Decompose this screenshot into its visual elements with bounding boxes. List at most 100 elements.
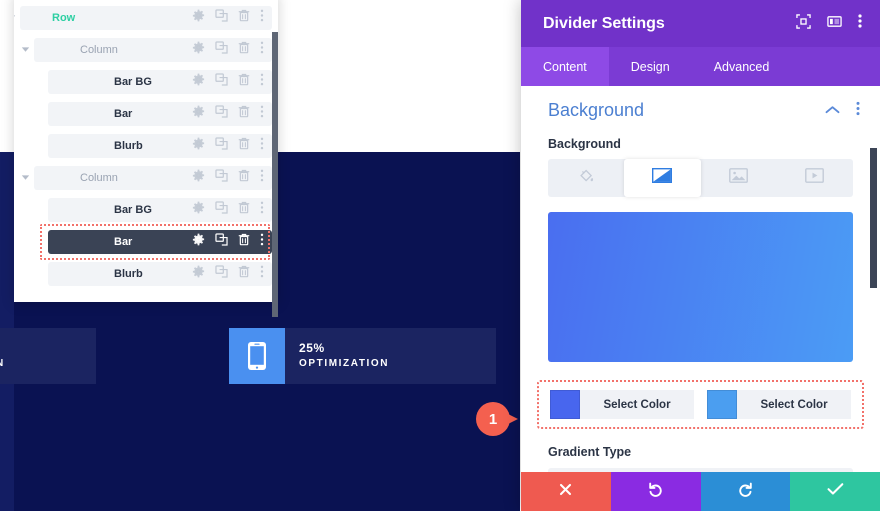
modal-header-actions <box>796 13 862 34</box>
more-options-icon[interactable] <box>260 73 264 91</box>
delete-trash-icon[interactable] <box>238 201 250 219</box>
stat-label: OPTIMIZATION <box>299 357 390 369</box>
more-options-icon[interactable] <box>260 105 264 123</box>
color-swatch[interactable] <box>707 390 737 419</box>
delete-trash-icon[interactable] <box>238 233 250 251</box>
layer-row-label: Bar <box>114 236 133 248</box>
delete-trash-icon[interactable] <box>238 73 250 91</box>
tab-advanced[interactable]: Advanced <box>692 47 792 86</box>
layer-row-label: Blurb <box>114 268 143 280</box>
layers-panel: Row Column Bar BG Bar Blurb Column Bar BG Bar Bl… <box>14 0 278 302</box>
layer-row-actions <box>192 105 264 123</box>
layer-row-bar-bg[interactable]: Bar BG <box>48 70 272 94</box>
more-options-icon[interactable] <box>260 9 264 27</box>
background-gradient-tab[interactable] <box>624 159 701 197</box>
delete-trash-icon[interactable] <box>238 169 250 187</box>
screen-root: % IMIZATION 25% OPTIMIZATION Row Column Ba… <box>0 0 880 511</box>
background-color-tab[interactable] <box>548 159 624 197</box>
layer-row-row[interactable]: Row <box>14 6 272 30</box>
delete-trash-icon[interactable] <box>238 265 250 283</box>
delete-trash-icon[interactable] <box>238 137 250 155</box>
delete-trash-icon[interactable] <box>238 41 250 59</box>
duplicate-icon[interactable] <box>215 73 228 91</box>
layer-row-bar-bg[interactable]: Bar BG <box>48 198 272 222</box>
layer-row-bar[interactable]: Bar <box>48 102 272 126</box>
redo-button[interactable] <box>700 472 791 511</box>
settings-gear-icon[interactable] <box>192 233 205 251</box>
layer-row-blurb[interactable]: Blurb <box>48 134 272 158</box>
layer-row-actions <box>192 137 264 155</box>
layer-row-column[interactable]: Column <box>21 166 272 190</box>
layer-row-actions <box>192 201 264 219</box>
layer-row-actions <box>192 265 264 283</box>
settings-gear-icon[interactable] <box>192 201 205 219</box>
layout-view-icon[interactable] <box>827 14 842 34</box>
color-swatch[interactable] <box>550 390 580 419</box>
save-button[interactable] <box>790 472 880 511</box>
gradient-preview <box>548 212 853 362</box>
modal-body: Background Background Select Color Selec… <box>521 86 880 472</box>
settings-gear-icon[interactable] <box>192 137 205 155</box>
delete-trash-icon[interactable] <box>238 105 250 123</box>
more-options-icon[interactable] <box>260 169 264 187</box>
settings-gear-icon[interactable] <box>192 169 205 187</box>
layer-row-actions <box>192 233 264 251</box>
video-icon <box>805 168 825 188</box>
duplicate-icon[interactable] <box>215 137 228 155</box>
layer-row-label: Row <box>52 12 76 24</box>
settings-gear-icon[interactable] <box>192 265 205 283</box>
duplicate-icon[interactable] <box>215 169 228 187</box>
layer-row-column[interactable]: Column <box>21 38 272 62</box>
chevron-up-icon[interactable] <box>825 102 840 120</box>
layer-row-label: Blurb <box>114 140 143 152</box>
expand-view-icon[interactable] <box>796 13 811 34</box>
select-color-button[interactable]: Select Color <box>737 390 851 419</box>
more-options-icon[interactable] <box>858 13 862 34</box>
settings-gear-icon[interactable] <box>192 105 205 123</box>
layers-panel-scrollbar[interactable] <box>272 32 278 317</box>
duplicate-icon[interactable] <box>215 9 228 27</box>
more-options-icon[interactable] <box>260 41 264 59</box>
duplicate-icon[interactable] <box>215 265 228 283</box>
undo-button[interactable] <box>610 472 701 511</box>
duplicate-icon[interactable] <box>215 41 228 59</box>
gradient-color-stops-highlight: Select Color Select Color <box>537 380 864 429</box>
gradient-type-label: Gradient Type <box>548 445 632 459</box>
tab-design[interactable]: Design <box>609 47 692 86</box>
image-icon <box>729 168 749 188</box>
more-options-icon[interactable] <box>856 101 860 121</box>
collapse-triangle-icon[interactable] <box>14 14 18 23</box>
background-image-tab[interactable] <box>701 159 777 197</box>
settings-gear-icon[interactable] <box>192 9 205 27</box>
select-color-button[interactable]: Select Color <box>580 390 694 419</box>
section-header-actions <box>825 101 860 121</box>
stat-card: 25% OPTIMIZATION <box>229 328 496 384</box>
more-options-icon[interactable] <box>260 201 264 219</box>
layer-row-label: Bar BG <box>114 204 152 216</box>
background-field-label: Background <box>548 137 621 151</box>
layer-row-label: Bar <box>114 108 133 120</box>
modal-footer <box>521 472 880 511</box>
modal-header: Divider Settings <box>521 0 880 47</box>
more-options-icon[interactable] <box>260 137 264 155</box>
more-options-icon[interactable] <box>260 265 264 283</box>
layer-row-bar[interactable]: Bar <box>48 230 272 254</box>
tab-content[interactable]: Content <box>521 47 609 86</box>
delete-trash-icon[interactable] <box>238 9 250 27</box>
settings-gear-icon[interactable] <box>192 73 205 91</box>
duplicate-icon[interactable] <box>215 233 228 251</box>
close-x-icon <box>558 482 573 502</box>
collapse-triangle-icon[interactable] <box>18 46 32 55</box>
collapse-triangle-icon[interactable] <box>18 174 32 183</box>
section-title: Background <box>548 100 645 120</box>
layer-row-actions <box>192 41 264 59</box>
duplicate-icon[interactable] <box>215 201 228 219</box>
duplicate-icon[interactable] <box>215 105 228 123</box>
modal-scrollbar[interactable] <box>870 148 877 288</box>
background-video-tab[interactable] <box>777 159 853 197</box>
more-options-icon[interactable] <box>260 233 264 251</box>
settings-gear-icon[interactable] <box>192 41 205 59</box>
layer-row-blurb[interactable]: Blurb <box>48 262 272 286</box>
layer-row-actions <box>192 169 264 187</box>
cancel-button[interactable] <box>521 472 611 511</box>
